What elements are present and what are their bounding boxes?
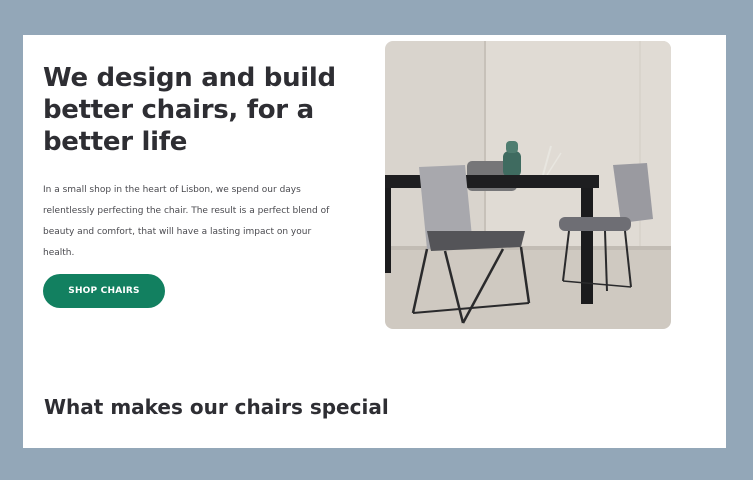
page-card: We design and build better chairs, for a… [23, 35, 726, 448]
hero-heading: We design and build better chairs, for a… [43, 63, 336, 157]
hero-photo [385, 41, 671, 329]
features-heading: What makes our chairs special [44, 395, 389, 419]
hero-description: In a small shop in the heart of Lisbon, … [43, 185, 330, 258]
shop-chairs-button[interactable]: SHOP CHAIRS [43, 274, 165, 308]
dining-set-image-icon [385, 41, 671, 329]
